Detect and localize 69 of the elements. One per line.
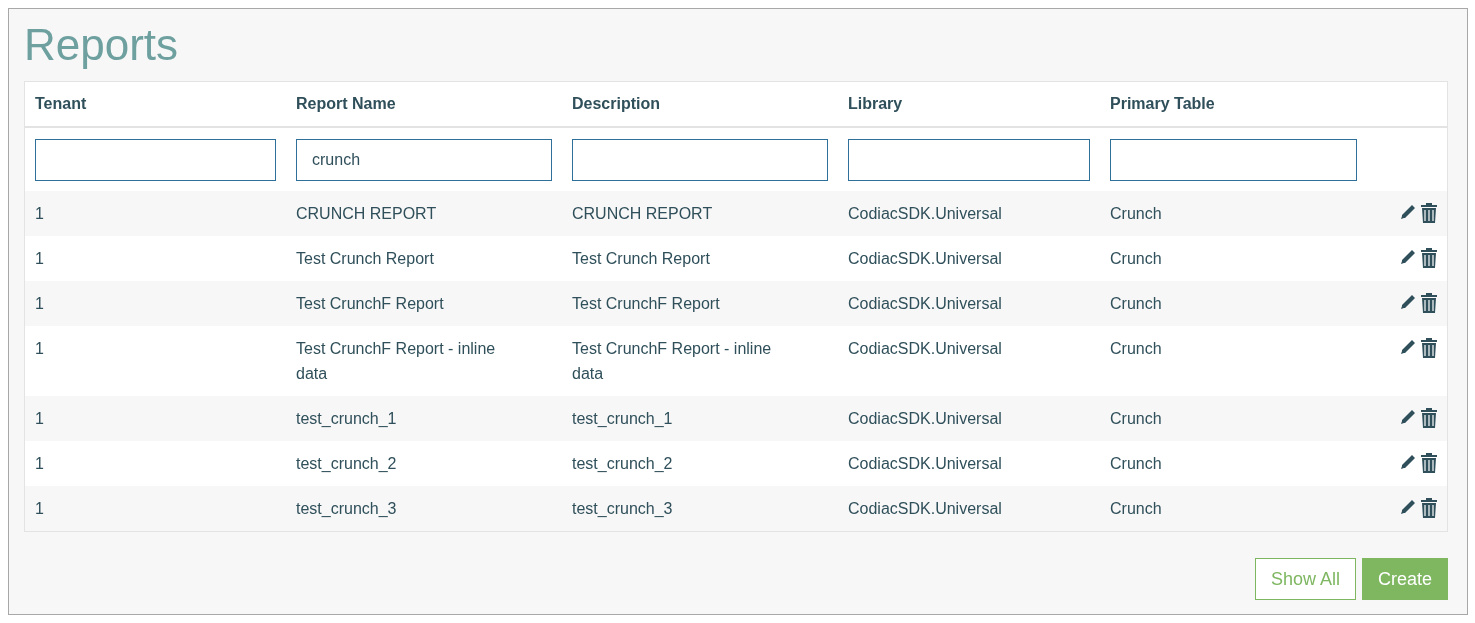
column-header: Tenant <box>35 95 87 113</box>
trash-icon <box>1421 453 1437 473</box>
table-cell-text: 1 <box>35 409 44 429</box>
delete-button[interactable] <box>1421 453 1437 473</box>
delete-button[interactable] <box>1421 293 1437 313</box>
table-cell-text: Crunch <box>1110 409 1162 429</box>
table-cell-text: 1 <box>35 294 44 314</box>
table-cell-text: Test CrunchF Report <box>572 294 720 314</box>
table-cell-text: Crunch <box>1110 339 1162 359</box>
create-button[interactable]: Create <box>1361 558 1448 600</box>
table-cell-text: 1 <box>35 204 44 224</box>
table-cell-text: Crunch <box>1110 204 1162 224</box>
pencil-icon <box>1399 408 1417 426</box>
column-header: Library <box>848 95 903 113</box>
pencil-icon <box>1399 293 1417 311</box>
delete-button[interactable] <box>1421 408 1437 428</box>
table-cell-text: test_crunch_2 <box>572 454 673 474</box>
filter-field[interactable] <box>1110 138 1357 181</box>
table-cell-text: 1 <box>35 249 44 269</box>
table-cell-text: Crunch <box>1110 499 1162 519</box>
column-header: Description <box>572 95 660 113</box>
page-title: Reports <box>24 19 179 71</box>
trash-icon <box>1421 498 1437 518</box>
table-cell-text: test_crunch_1 <box>572 409 673 429</box>
delete-button[interactable] <box>1421 248 1437 268</box>
trash-icon <box>1421 338 1437 358</box>
pencil-icon <box>1399 498 1417 516</box>
table-cell-text: Test CrunchF Report - inline data <box>296 339 497 384</box>
show-all-button[interactable]: Show All <box>1254 558 1356 600</box>
trash-icon <box>1421 248 1437 268</box>
table-cell-text: CodiacSDK.Universal <box>848 499 1002 519</box>
filter-field[interactable] <box>35 138 276 181</box>
table-cell-text: CodiacSDK.Universal <box>848 339 1002 359</box>
delete-button[interactable] <box>1421 338 1437 358</box>
trash-icon <box>1421 293 1437 313</box>
filter-field[interactable] <box>848 138 1090 181</box>
table-cell-text: CodiacSDK.Universal <box>848 454 1002 474</box>
column-header: Report Name <box>296 95 396 113</box>
pencil-icon <box>1399 203 1417 221</box>
table-cell-text: 1 <box>35 499 44 519</box>
trash-icon <box>1421 408 1437 428</box>
table-cell-text: Crunch <box>1110 454 1162 474</box>
table-cell-text: test_crunch_3 <box>572 499 673 519</box>
filter-field[interactable]: crunch <box>296 138 552 181</box>
table-cell-text: 1 <box>35 339 44 359</box>
table-cell-text: test_crunch_2 <box>296 454 397 474</box>
pencil-icon <box>1399 248 1417 266</box>
table-cell-text: CodiacSDK.Universal <box>848 204 1002 224</box>
table-cell-text: 1 <box>35 454 44 474</box>
delete-button[interactable] <box>1421 203 1437 223</box>
table-cell-text: Crunch <box>1110 249 1162 269</box>
column-header: Primary Table <box>1110 95 1215 113</box>
table-cell-text: Test CrunchF Report <box>296 294 444 314</box>
table-cell-text: Test CrunchF Report - inline data <box>572 339 773 384</box>
table-cell-text: Test Crunch Report <box>296 249 434 269</box>
table-cell-text: CRUNCH REPORT <box>572 204 713 224</box>
filter-field[interactable] <box>572 138 828 181</box>
delete-button[interactable] <box>1421 498 1437 518</box>
table-cell-text: CodiacSDK.Universal <box>848 409 1002 429</box>
table-cell-text: Test Crunch Report <box>572 249 710 269</box>
pencil-icon <box>1399 453 1417 471</box>
table-cell-text: test_crunch_1 <box>296 409 397 429</box>
table-cell-text: CodiacSDK.Universal <box>848 249 1002 269</box>
table-cell-text: CodiacSDK.Universal <box>848 294 1002 314</box>
table-cell-text: CRUNCH REPORT <box>296 204 437 224</box>
table-cell-text: test_crunch_3 <box>296 499 397 519</box>
pencil-icon <box>1399 338 1417 356</box>
trash-icon <box>1421 203 1437 223</box>
table-cell-text: Crunch <box>1110 294 1162 314</box>
